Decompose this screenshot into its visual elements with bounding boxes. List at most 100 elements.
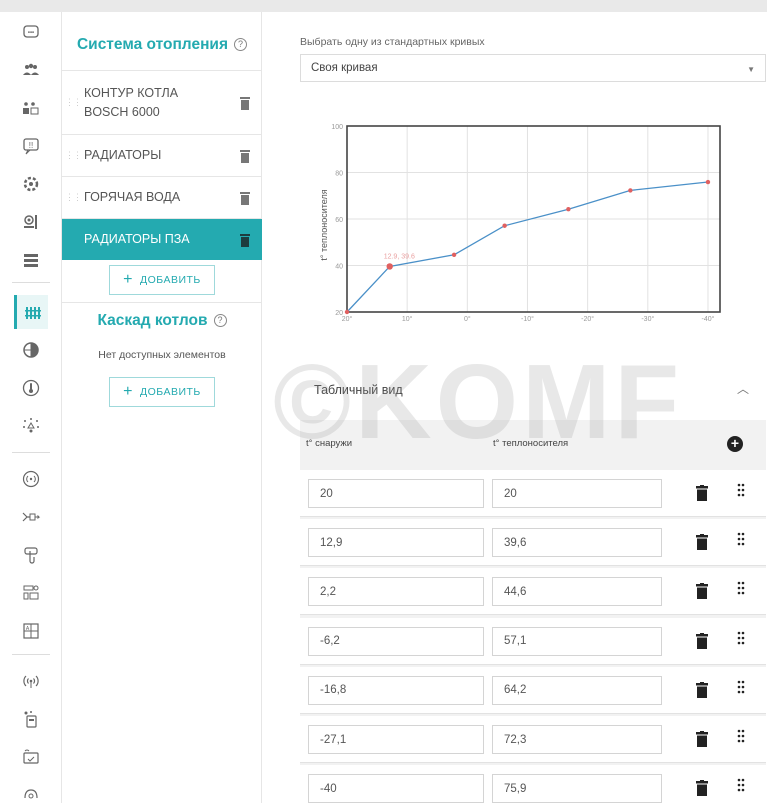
- schedule-icon[interactable]: A: [17, 619, 45, 643]
- icon-sidebar: ••• !! A: [0, 12, 62, 803]
- table-view-title: Табличный вид: [314, 383, 403, 397]
- delete-row-icon[interactable]: [696, 485, 708, 501]
- heating-item-hot-water[interactable]: ⋮⋮ ГОРЯЧАЯ ВОДА: [62, 176, 262, 218]
- globe-icon[interactable]: [17, 338, 45, 362]
- delete-row-icon[interactable]: [696, 632, 708, 649]
- outside-temp-input[interactable]: -40: [308, 774, 484, 803]
- relay-icon[interactable]: [17, 505, 45, 529]
- delete-icon[interactable]: [228, 233, 262, 247]
- table-row: 20 20: [300, 470, 766, 517]
- table-row: -6,2 57,1: [300, 617, 766, 665]
- drag-handle-icon[interactable]: [737, 680, 745, 694]
- delete-row-icon[interactable]: [696, 780, 708, 797]
- cascade-empty-text: Нет доступных элементов: [98, 349, 226, 361]
- delete-row-icon[interactable]: [696, 681, 708, 698]
- help-icon[interactable]: ?: [213, 314, 227, 327]
- cascade-title: Каскад котлов?: [62, 312, 262, 330]
- drag-handle-icon[interactable]: [737, 532, 745, 546]
- heating-item-label: ГОРЯЧАЯ ВОДА: [84, 190, 181, 204]
- heating-item-radiators-pza[interactable]: РАДИАТОРЫ ПЗА: [62, 218, 262, 260]
- plus-icon: +: [123, 271, 134, 288]
- add-heating-label: ДОБАВИТЬ: [140, 274, 201, 286]
- carrier-temp-input[interactable]: 57,1: [492, 626, 662, 656]
- drag-handle-icon[interactable]: ⋮⋮: [62, 192, 84, 203]
- outside-temp-input[interactable]: -16,8: [308, 675, 484, 705]
- curve-select-value: Своя кривая: [311, 62, 378, 74]
- carrier-temp-input[interactable]: 75,9: [492, 774, 662, 803]
- drag-handle-icon[interactable]: [737, 631, 745, 645]
- add-cascade-button[interactable]: + ДОБАВИТЬ: [109, 377, 215, 407]
- add-heating-button[interactable]: + ДОБАВИТЬ: [109, 265, 215, 295]
- delete-row-icon[interactable]: [696, 534, 708, 551]
- messages-icon[interactable]: !!: [17, 134, 45, 158]
- drag-handle-icon[interactable]: ⋮⋮: [62, 97, 84, 108]
- x-tick-label: -40°: [702, 315, 715, 323]
- heating-item-label: РАДИАТОРЫ ПЗА: [84, 232, 190, 246]
- delete-icon[interactable]: [228, 149, 262, 163]
- heating-icon[interactable]: [14, 295, 48, 329]
- delete-icon[interactable]: [228, 96, 262, 110]
- drag-handle-icon[interactable]: ⋮⋮: [62, 150, 84, 161]
- y-tick-label: 100: [331, 124, 343, 131]
- carrier-temp-input[interactable]: 44,6: [492, 577, 662, 607]
- y-tick-label: 40: [335, 264, 343, 271]
- drag-handle-icon[interactable]: [737, 581, 745, 595]
- wireless-icon[interactable]: [17, 669, 45, 693]
- touch-icon[interactable]: [17, 543, 45, 567]
- list-icon[interactable]: [17, 248, 45, 272]
- control-icon[interactable]: [17, 581, 45, 605]
- rail-divider: [12, 654, 50, 655]
- heating-item-radiators[interactable]: ⋮⋮ РАДИАТОРЫ: [62, 134, 262, 176]
- drag-handle-icon[interactable]: [737, 729, 745, 743]
- carrier-temp-input[interactable]: 39,6: [492, 528, 662, 558]
- table-row: 12,9 39,6: [300, 519, 766, 567]
- plus-icon: +: [123, 383, 134, 400]
- signal-icon[interactable]: [17, 467, 45, 491]
- x-tick-label: 0°: [464, 315, 471, 323]
- groups-icon[interactable]: [17, 96, 45, 120]
- outside-temp-input[interactable]: -6,2: [308, 626, 484, 656]
- heating-curve-chart: 2040608010020° 10° 0° -10° -20° -30° -40°t° те…: [319, 124, 721, 323]
- outside-temp-input[interactable]: 12,9: [308, 528, 484, 558]
- delete-row-icon[interactable]: [696, 583, 708, 600]
- heating-item-label: РАДИАТОРЫ: [84, 148, 162, 162]
- carrier-temp-input[interactable]: 20: [492, 479, 662, 508]
- section-divider: [62, 302, 262, 303]
- add-row-icon[interactable]: +: [727, 436, 743, 452]
- curve-table: t° снаружи t° теплоносителя + 20 20 12,9 39…: [300, 420, 766, 803]
- users-icon[interactable]: [17, 58, 45, 82]
- top-bar: [0, 0, 767, 12]
- drag-handle-icon[interactable]: [737, 483, 745, 497]
- heating-item-boiler[interactable]: ⋮⋮ КОНТУР КОТЛА BOSCH 6000: [62, 70, 262, 134]
- engine-icon[interactable]: [17, 172, 45, 196]
- switch-icon[interactable]: [17, 707, 45, 731]
- script-icon[interactable]: [17, 782, 45, 803]
- outside-temp-input[interactable]: -27,1: [308, 725, 484, 754]
- heating-system-title-text: Система отопления: [76, 36, 229, 53]
- table-row: -16,8 64,2: [300, 666, 766, 714]
- add-cascade-label: ДОБАВИТЬ: [140, 386, 201, 398]
- table-row: -40 75,9: [300, 765, 766, 803]
- log-icon[interactable]: •••: [17, 20, 45, 44]
- data-point: [566, 207, 571, 212]
- outside-temp-input[interactable]: 2,2: [308, 577, 484, 607]
- rules-icon[interactable]: [17, 745, 45, 769]
- carrier-temp-input[interactable]: 64,2: [492, 675, 662, 705]
- help-icon[interactable]: ?: [234, 38, 248, 51]
- heating-item-label: КОНТУР КОТЛА BOSCH 6000: [84, 84, 228, 122]
- curve-editor: Выбрать одну из стандартных кривых Своя …: [263, 12, 767, 803]
- drag-handle-icon[interactable]: [737, 778, 745, 792]
- sensor-icon[interactable]: [17, 414, 45, 438]
- chevron-up-icon[interactable]: ︿: [737, 380, 749, 397]
- outside-temp-input[interactable]: 20: [308, 479, 484, 508]
- y-tick-label: 80: [335, 171, 343, 178]
- delete-icon[interactable]: [228, 191, 262, 205]
- delete-row-icon[interactable]: [696, 731, 708, 747]
- data-point: [386, 263, 393, 270]
- y-tick-label: 60: [335, 217, 343, 224]
- curve-select[interactable]: Своя кривая ▼: [300, 54, 766, 82]
- x-tick-label: 10°: [402, 315, 413, 323]
- settings-icon[interactable]: [17, 210, 45, 234]
- thermometer-icon[interactable]: [17, 376, 45, 400]
- carrier-temp-input[interactable]: 72,3: [492, 725, 662, 754]
